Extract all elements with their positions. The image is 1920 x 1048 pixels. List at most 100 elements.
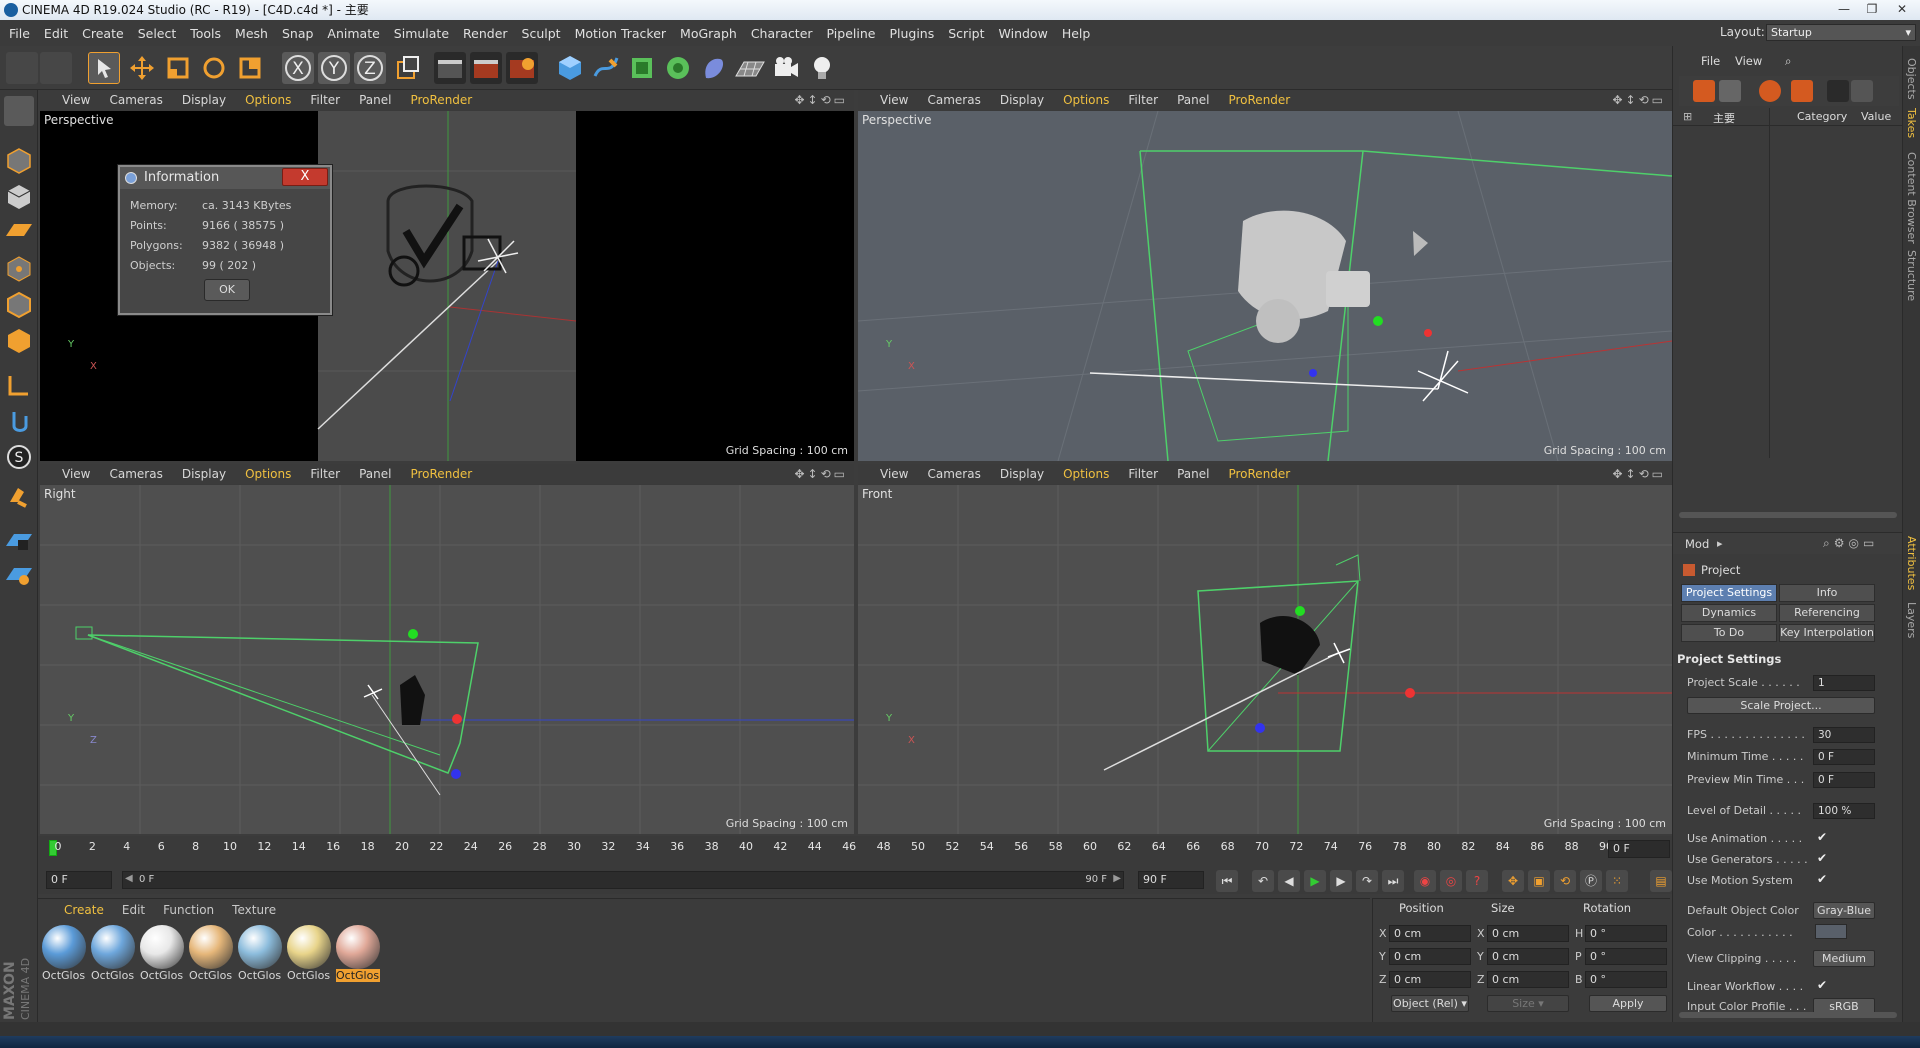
coordinate-system-icon[interactable] — [392, 52, 424, 84]
move-tool-icon[interactable] — [126, 52, 158, 84]
tab-referencing[interactable]: Referencing — [1779, 604, 1875, 622]
viewport-nav-icons[interactable]: ✥↕⟲▭ — [794, 93, 848, 107]
texture-mode-icon[interactable] — [4, 182, 34, 212]
mat-menu-create[interactable]: Create — [64, 903, 104, 917]
objects-menu-view[interactable]: View — [1735, 54, 1762, 68]
lock-workplane-icon[interactable] — [4, 526, 34, 556]
vp-menu-prorender[interactable]: ProRender — [410, 93, 472, 107]
menu-render[interactable]: Render — [456, 26, 515, 41]
fps-field[interactable]: 30 — [1813, 727, 1875, 743]
object-root-item[interactable]: 主要 — [1713, 110, 1735, 126]
preview-min-time-field[interactable]: 0 F — [1813, 772, 1875, 788]
vp-menu-display[interactable]: Display — [182, 467, 226, 481]
octane-settings-icon[interactable] — [1719, 80, 1741, 102]
axis-mode-icon[interactable] — [4, 370, 34, 400]
attributes-tool-icons[interactable]: ⌕⚙◎▭ — [1823, 536, 1878, 551]
material-swatch[interactable]: OctGlos — [238, 925, 282, 983]
vp-menu-cameras[interactable]: Cameras — [927, 467, 980, 481]
tab-project-settings[interactable]: Project Settings — [1681, 584, 1777, 602]
tab-dynamics[interactable]: Dynamics — [1681, 604, 1777, 622]
octane-live-viewer-icon[interactable] — [1693, 80, 1715, 102]
menu-create[interactable]: Create — [75, 26, 131, 41]
vp-menu-cameras[interactable]: Cameras — [927, 93, 980, 107]
make-editable-icon[interactable] — [4, 96, 34, 126]
octane-camera-icon[interactable] — [1827, 80, 1849, 102]
vp-menu-options[interactable]: Options — [245, 93, 291, 107]
rotation-h-field[interactable]: 0 ° — [1585, 925, 1667, 942]
record-parameter-icon[interactable]: Ⓟ — [1580, 870, 1602, 892]
current-frame-field[interactable]: 0 F — [1608, 840, 1670, 858]
size-x-field[interactable]: 0 cm — [1487, 925, 1569, 942]
search-icon[interactable]: ⌕ — [1785, 54, 1791, 69]
use-generators-checkbox[interactable]: ✔ — [1817, 851, 1827, 865]
material-swatch[interactable]: OctGlos — [42, 925, 86, 983]
level-of-detail-field[interactable]: 100 % — [1813, 803, 1875, 819]
color-swatch[interactable] — [1815, 924, 1847, 939]
objects-menu-file[interactable]: File — [1701, 54, 1720, 68]
use-motion-system-checkbox[interactable]: ✔ — [1817, 872, 1827, 886]
pen-spline-icon[interactable] — [590, 52, 622, 84]
select-tool-icon[interactable] — [88, 52, 120, 84]
cube-icon[interactable] — [554, 52, 586, 84]
vp-menu-display[interactable]: Display — [1000, 467, 1044, 481]
floor-icon[interactable] — [734, 52, 766, 84]
side-tab-objects[interactable]: Objects — [1905, 58, 1918, 100]
render-view-icon[interactable] — [434, 52, 466, 84]
menu-edit[interactable]: Edit — [37, 26, 75, 41]
size-y-field[interactable]: 0 cm — [1487, 948, 1569, 965]
coordinate-mode-dropdown[interactable]: Object (Rel) ▾ — [1391, 995, 1469, 1012]
tab-to-do[interactable]: To Do — [1681, 624, 1777, 642]
project-scale-field[interactable]: 1 — [1813, 675, 1875, 691]
record-scale-icon[interactable]: ▣ — [1528, 870, 1550, 892]
autokey-icon[interactable]: ◎ — [1440, 870, 1462, 892]
light-icon[interactable] — [806, 52, 838, 84]
timeline-ruler[interactable]: 0 2 4 6 8 10 12 14 16 18 20 22 24 26 28 30 32 34 36 38 40 42 4… — [48, 836, 1613, 858]
side-tab-takes[interactable]: Takes — [1905, 108, 1918, 138]
vp-menu-prorender[interactable]: ProRender — [1228, 467, 1290, 481]
record-point-level-icon[interactable]: ⁙ — [1606, 870, 1628, 892]
menu-snap[interactable]: Snap — [275, 26, 320, 41]
next-frame-icon[interactable]: ▶ — [1330, 870, 1352, 892]
planar-workplane-icon[interactable] — [4, 560, 34, 590]
side-tab-attributes[interactable]: Attributes — [1905, 536, 1918, 590]
rotation-b-field[interactable]: 0 ° — [1585, 971, 1667, 988]
render-picture-viewer-icon[interactable] — [470, 52, 502, 84]
octane-light-icon[interactable] — [1851, 80, 1873, 102]
side-tab-structure[interactable]: Structure — [1905, 250, 1918, 301]
go-to-start-icon[interactable]: ⏮ — [1216, 870, 1238, 892]
edges-mode-icon[interactable] — [4, 290, 34, 320]
viewport-nav-icons[interactable]: ✥↕⟲▭ — [1612, 93, 1666, 107]
material-swatch[interactable]: OctGlos — [91, 925, 135, 983]
material-swatch[interactable]: OctGlos — [336, 925, 380, 983]
menu-plugins[interactable]: Plugins — [882, 26, 941, 41]
tweak-mode-icon[interactable] — [4, 406, 34, 436]
vp-menu-cameras[interactable]: Cameras — [109, 93, 162, 107]
menu-help[interactable]: Help — [1055, 26, 1098, 41]
undo-icon[interactable] — [6, 52, 38, 84]
menu-animate[interactable]: Animate — [320, 26, 386, 41]
mat-menu-function[interactable]: Function — [163, 903, 214, 917]
apply-button[interactable]: Apply — [1589, 995, 1667, 1012]
position-x-field[interactable]: 0 cm — [1389, 925, 1471, 942]
default-object-color-dropdown[interactable]: Gray-Blue — [1813, 902, 1875, 919]
vp-menu-options[interactable]: Options — [245, 467, 291, 481]
tab-info[interactable]: Info — [1779, 584, 1875, 602]
menu-mograph[interactable]: MoGraph — [673, 26, 744, 41]
z-axis-icon[interactable]: Z — [354, 52, 386, 84]
maximize-button[interactable]: ❐ — [1858, 0, 1886, 18]
menu-motion-tracker[interactable]: Motion Tracker — [568, 26, 673, 41]
layout-dropdown[interactable]: Startup ▾ — [1766, 24, 1916, 41]
previous-frame-icon[interactable]: ◀ — [1278, 870, 1300, 892]
vp-menu-panel[interactable]: Panel — [359, 467, 391, 481]
menu-window[interactable]: Window — [992, 26, 1055, 41]
vp-menu-cameras[interactable]: Cameras — [109, 467, 162, 481]
use-animation-checkbox[interactable]: ✔ — [1817, 830, 1827, 844]
minimum-time-field[interactable]: 0 F — [1813, 749, 1875, 765]
deformer-icon[interactable] — [698, 52, 730, 84]
tab-key-interpolation[interactable]: Key Interpolation — [1779, 624, 1875, 642]
menu-script[interactable]: Script — [941, 26, 991, 41]
menu-simulate[interactable]: Simulate — [387, 26, 456, 41]
vp-menu-panel[interactable]: Panel — [359, 93, 391, 107]
camera-icon[interactable] — [770, 52, 802, 84]
vp-menu-prorender[interactable]: ProRender — [1228, 93, 1290, 107]
